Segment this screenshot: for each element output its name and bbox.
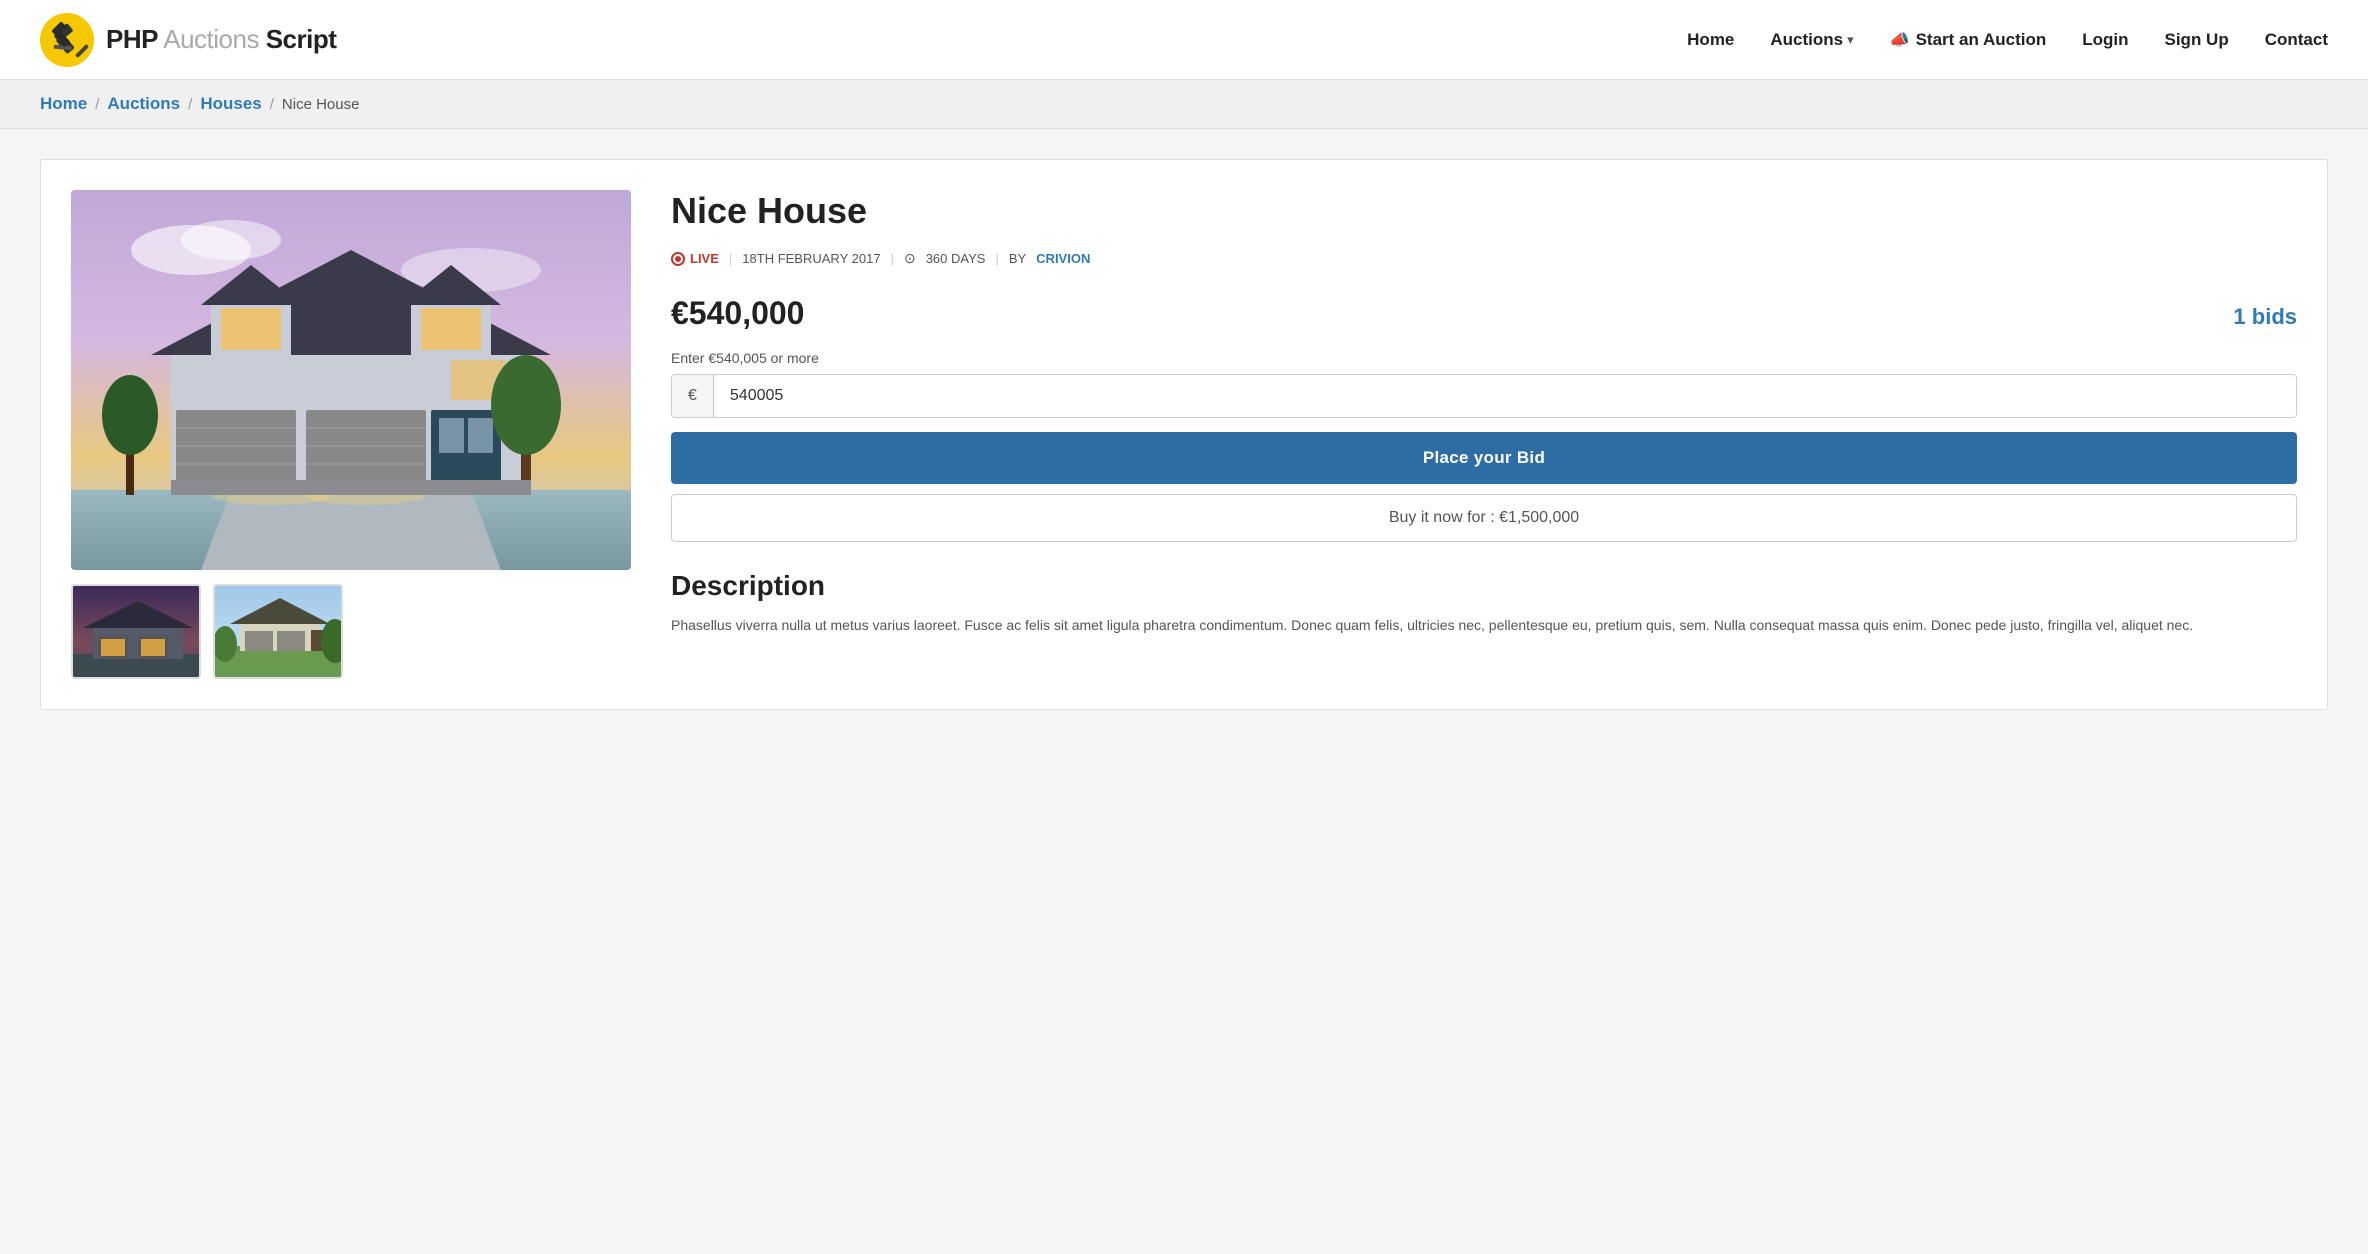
site-header: PHP Auctions Script Home Auctions 📣 Star… xyxy=(0,0,2368,80)
auction-days: 360 DAYS xyxy=(926,251,986,266)
logo-icon xyxy=(40,13,94,67)
image-section xyxy=(71,190,631,679)
meta-sep-3: | xyxy=(995,251,998,266)
nav-contact[interactable]: Contact xyxy=(2265,30,2328,50)
current-price: €540,000 xyxy=(671,295,804,332)
bid-prompt: Enter €540,005 or more xyxy=(671,350,2297,366)
live-dot-icon xyxy=(671,252,685,266)
breadcrumb-bar: Home / Auctions / Houses / Nice House xyxy=(0,80,2368,129)
main-content: Nice House LIVE | 18TH FEBRUARY 2017 | ⊙… xyxy=(0,129,2368,740)
meta-sep-2: | xyxy=(891,251,894,266)
clock-icon: ⊙ xyxy=(904,250,916,267)
bid-amount-input[interactable] xyxy=(714,375,2296,417)
description-text: Phasellus viverra nulla ut metus varius … xyxy=(671,614,2297,638)
auction-date: 18TH FEBRUARY 2017 xyxy=(742,251,880,266)
thumb-1-img xyxy=(73,586,201,679)
bid-input-row: € xyxy=(671,374,2297,418)
breadcrumb-houses[interactable]: Houses xyxy=(200,94,261,114)
main-auction-image xyxy=(71,190,631,570)
price-row: €540,000 1 bids xyxy=(671,295,2297,332)
nav-signup[interactable]: Sign Up xyxy=(2165,30,2229,50)
nav-login[interactable]: Login xyxy=(2082,30,2128,50)
auction-title: Nice House xyxy=(671,190,2297,232)
breadcrumb-current: Nice House xyxy=(282,96,360,113)
nav-auctions-dropdown[interactable]: Auctions xyxy=(1770,30,1853,50)
live-badge: LIVE xyxy=(671,251,719,266)
nav-start-auction[interactable]: 📣 Start an Auction xyxy=(1890,30,2047,50)
buy-now-button[interactable]: Buy it now for : €1,500,000 xyxy=(671,494,2297,542)
place-bid-button[interactable]: Place your Bid xyxy=(671,432,2297,484)
breadcrumb-home[interactable]: Home xyxy=(40,94,87,114)
description-title: Description xyxy=(671,570,2297,602)
logo-text: PHP Auctions Script xyxy=(106,24,336,55)
thumb-2-img xyxy=(215,586,343,679)
nav-auctions-label: Auctions xyxy=(1770,30,1843,50)
bids-count: 1 bids xyxy=(2233,304,2297,330)
auction-meta: LIVE | 18TH FEBRUARY 2017 | ⊙ 360 DAYS |… xyxy=(671,250,2297,267)
breadcrumb-sep-3: / xyxy=(270,96,274,113)
auction-card: Nice House LIVE | 18TH FEBRUARY 2017 | ⊙… xyxy=(40,159,2328,710)
nav-home[interactable]: Home xyxy=(1687,30,1734,50)
main-nav: Home Auctions 📣 Start an Auction Login S… xyxy=(1687,30,2328,50)
breadcrumb-sep-1: / xyxy=(95,96,99,113)
breadcrumb: Home / Auctions / Houses / Nice House xyxy=(40,94,2328,114)
breadcrumb-sep-2: / xyxy=(188,96,192,113)
by-label: BY xyxy=(1009,251,1026,266)
auction-details: Nice House LIVE | 18TH FEBRUARY 2017 | ⊙… xyxy=(671,190,2297,679)
euro-prefix: € xyxy=(672,375,714,417)
auction-user[interactable]: CRIVION xyxy=(1036,251,1090,266)
thumbnail-1[interactable] xyxy=(71,584,201,679)
site-logo[interactable]: PHP Auctions Script xyxy=(40,13,336,67)
breadcrumb-auctions[interactable]: Auctions xyxy=(107,94,180,114)
thumbnail-2[interactable] xyxy=(213,584,343,679)
thumbnail-row xyxy=(71,584,631,679)
meta-sep-1: | xyxy=(729,251,732,266)
house-illustration xyxy=(71,190,631,570)
megaphone-icon: 📣 xyxy=(1890,30,1910,50)
